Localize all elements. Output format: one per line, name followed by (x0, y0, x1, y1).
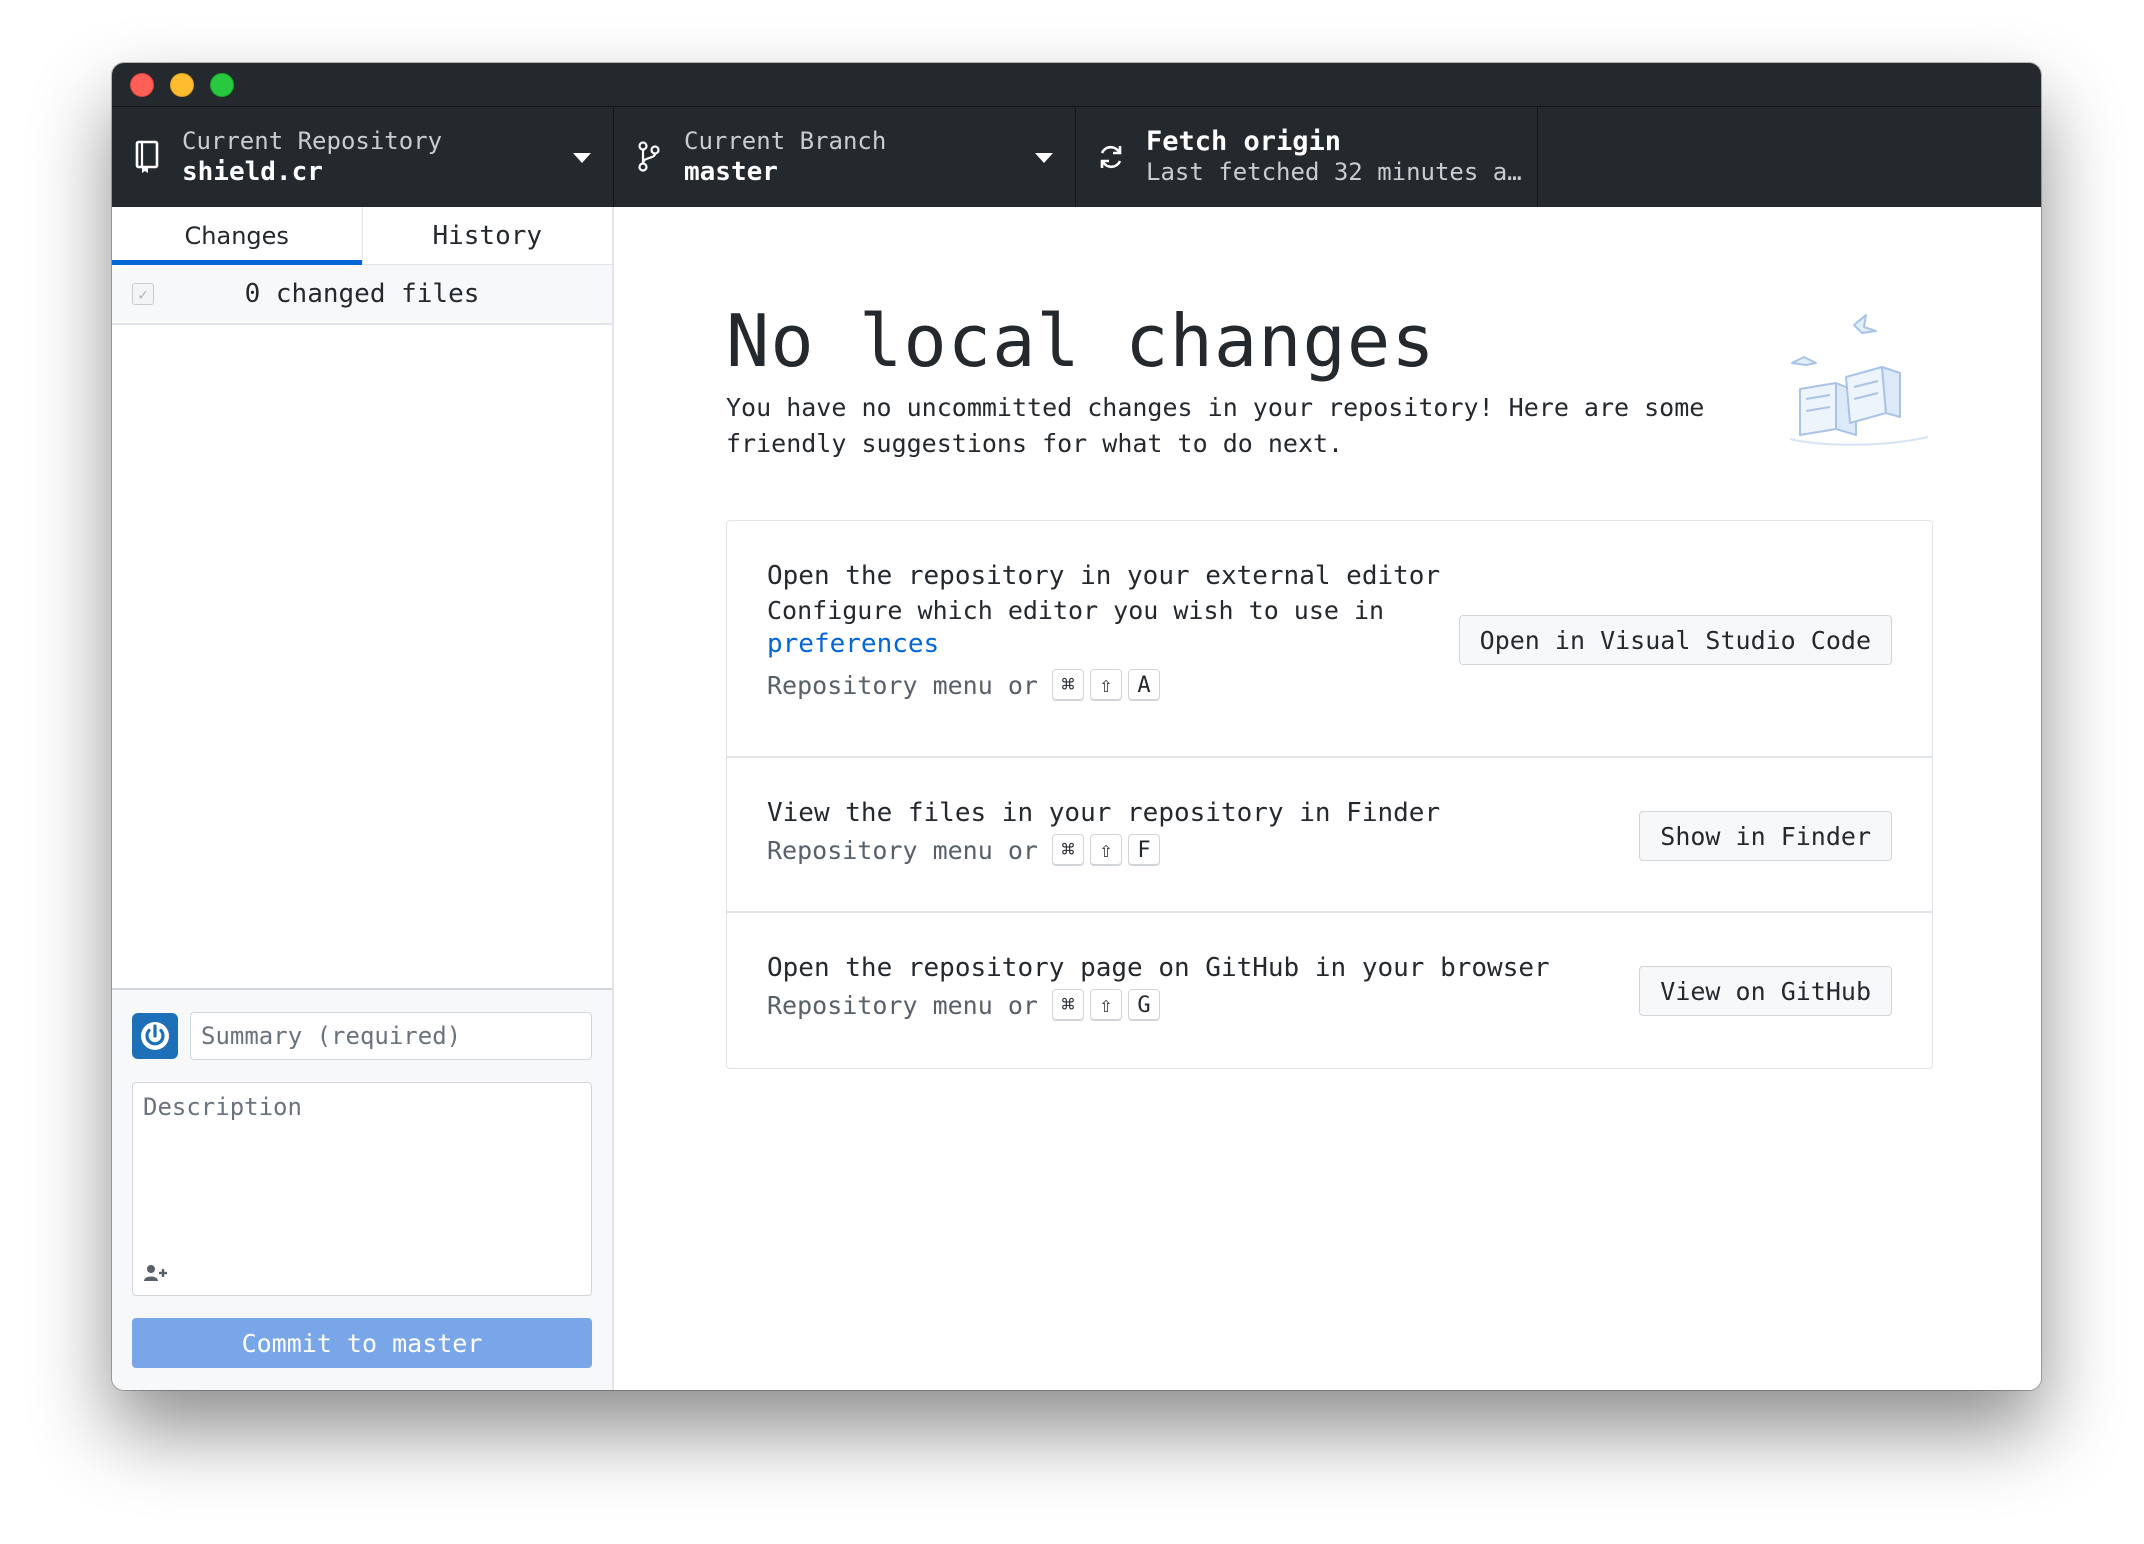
suggestions-list: Open the repository in your external edi… (726, 520, 1933, 1069)
select-all-checkbox[interactable]: ✓ (132, 283, 154, 305)
add-co-author-icon[interactable] (143, 1263, 169, 1283)
command-key: ⌘ (1051, 989, 1084, 1021)
letter-key: F (1127, 834, 1160, 866)
commit-button[interactable]: Commit to master (132, 1318, 592, 1368)
sync-icon (1096, 140, 1126, 174)
changed-file-list (112, 325, 612, 990)
shift-key: ⇧ (1089, 989, 1122, 1021)
current-repository-label: Current Repository (182, 127, 443, 155)
sidebar-tabs: Changes History (112, 207, 612, 265)
command-key: ⌘ (1051, 669, 1084, 701)
git-branch-icon (634, 140, 664, 174)
letter-key: G (1127, 989, 1160, 1021)
open-in-editor-card: Open the repository in your external edi… (727, 521, 1932, 758)
commit-form: Commit to master (112, 990, 612, 1390)
sidebar: Changes History ✓ 0 changed files Summar… (112, 207, 614, 1390)
zoom-window-button[interactable] (210, 72, 234, 97)
current-branch-dropdown[interactable]: Current Branch master (614, 107, 1076, 207)
page-title: No local changes (726, 299, 1436, 383)
empty-state-illustration-icon (1784, 307, 1934, 457)
shift-key: ⇧ (1089, 669, 1122, 701)
close-window-button[interactable] (130, 72, 154, 97)
fetch-origin-title: Fetch origin (1146, 126, 1342, 157)
show-in-finder-card: View the files in your repository in Fin… (727, 758, 1932, 913)
shift-key: ⇧ (1089, 834, 1122, 866)
chevron-down-icon (1035, 153, 1053, 163)
no-changes-view: No local changes You have no uncommitted… (614, 207, 2041, 1390)
view-on-github-title: Open the repository page on GitHub in yo… (767, 953, 1550, 983)
title-bar (112, 63, 2041, 107)
summary-input[interactable] (190, 1012, 592, 1060)
page-description: You have no uncommitted changes in your … (726, 393, 1705, 458)
current-repository-dropdown[interactable]: Current Repository shield.cr (112, 107, 614, 207)
changed-files-header: ✓ 0 changed files (112, 265, 612, 325)
current-branch-name: master (684, 157, 778, 187)
last-fetched-text: Last fetched 32 minutes a… (1146, 158, 1522, 186)
description-field (132, 1082, 592, 1296)
shortcut-label: Repository menu or (767, 835, 1038, 865)
toolbar: Current Repository shield.cr Current Bra… (112, 107, 2041, 207)
current-branch-label: Current Branch (684, 127, 887, 155)
show-in-finder-title: View the files in your repository in Fin… (767, 798, 1441, 828)
show-in-finder-shortcut: Repository menu or ⌘ ⇧ F (767, 834, 1440, 866)
shortcut-label: Repository menu or (767, 990, 1038, 1020)
description-input[interactable] (133, 1083, 591, 1253)
fetch-origin-button[interactable]: Fetch origin Last fetched 32 minutes a… (1076, 107, 1538, 207)
open-in-editor-shortcut: Repository menu or ⌘ ⇧ A (767, 669, 1440, 701)
open-in-editor-description: Configure which editor you wish to use i… (767, 596, 1385, 625)
tab-changes[interactable]: Changes (112, 207, 362, 265)
view-on-github-button[interactable]: View on GitHub (1639, 966, 1892, 1016)
command-key: ⌘ (1051, 834, 1084, 866)
current-repository-name: shield.cr (182, 157, 323, 187)
tab-history[interactable]: History (361, 207, 613, 264)
preferences-link[interactable]: preferences (767, 629, 939, 659)
repo-icon (132, 140, 162, 174)
open-in-editor-button[interactable]: Open in Visual Studio Code (1458, 615, 1892, 665)
view-on-github-shortcut: Repository menu or ⌘ ⇧ G (767, 989, 1550, 1021)
shortcut-label: Repository menu or (767, 670, 1038, 700)
chevron-down-icon (573, 153, 591, 163)
show-in-finder-button[interactable]: Show in Finder (1639, 811, 1892, 861)
minimize-window-button[interactable] (170, 72, 194, 97)
app-window: Current Repository shield.cr Current Bra… (112, 63, 2041, 1390)
letter-key: A (1127, 669, 1160, 701)
avatar (132, 1013, 178, 1059)
view-on-github-card: Open the repository page on GitHub in yo… (727, 913, 1932, 1068)
changed-files-count: 0 changed files (244, 279, 480, 309)
open-in-editor-title: Open the repository in your external edi… (767, 561, 1441, 591)
